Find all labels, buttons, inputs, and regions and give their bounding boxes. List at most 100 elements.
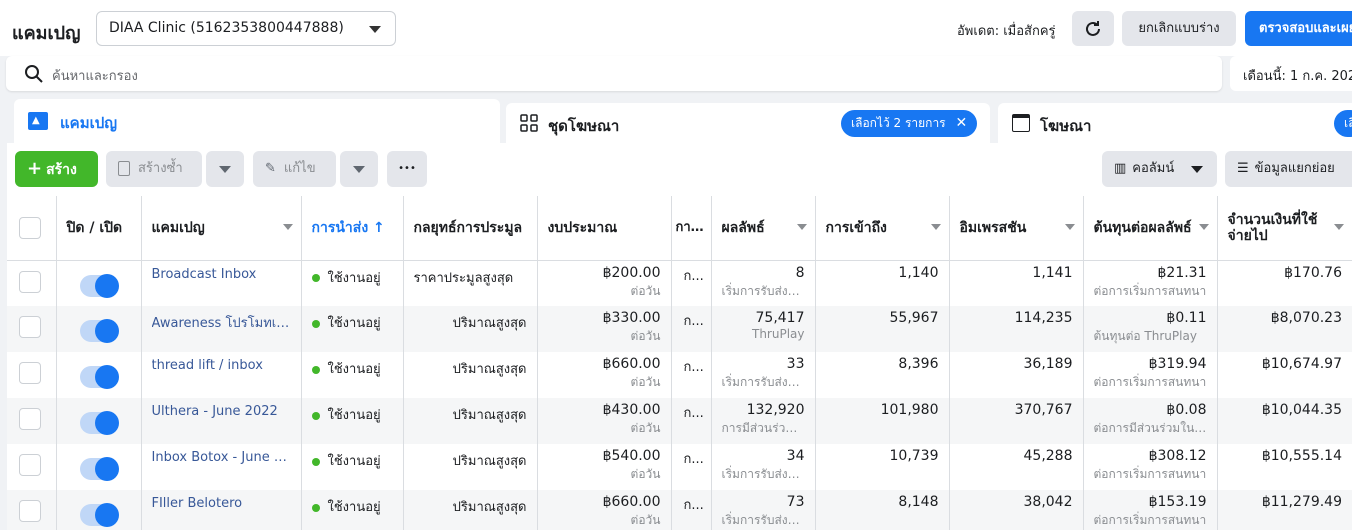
row-campaign-cell[interactable]: FIller Belotero bbox=[141, 490, 302, 530]
reach-value: 8,396 bbox=[898, 356, 939, 372]
row-checkbox[interactable] bbox=[19, 362, 41, 384]
campaign-name-link[interactable]: Inbox Botox - June 2022 bbox=[152, 450, 291, 465]
ads-selected-chip[interactable]: เลือกไว้ 2 รายการ bbox=[1334, 110, 1352, 137]
table-row[interactable]: Inbox Botox - June 2022 ใช้งานอยู่ ปริมาณส… bbox=[7, 444, 1352, 490]
sort-icon[interactable] bbox=[1064, 224, 1075, 230]
campaign-name-link[interactable]: Ulthera - June 2022 bbox=[152, 404, 291, 419]
row-toggle-cell[interactable] bbox=[56, 352, 142, 398]
row-budget-cell[interactable]: ฿660.00 ต่อวัน bbox=[537, 352, 672, 398]
tab-adsets[interactable]: ชุดโฆษณา เลือกไว้ 2 รายการ ✕ bbox=[506, 103, 990, 143]
row-campaign-cell[interactable]: Inbox Botox - June 2022 bbox=[141, 444, 302, 490]
col-toggle[interactable]: ปิด / เปิด bbox=[56, 196, 142, 261]
breakdown-button[interactable]: ☰ ข้อมูลแยกย่อย bbox=[1225, 151, 1352, 187]
row-toggle-cell[interactable] bbox=[56, 306, 142, 352]
row-select-cell[interactable] bbox=[7, 398, 57, 444]
search-bar[interactable]: ค้นหาและกรอง bbox=[6, 56, 1222, 91]
campaign-name-link[interactable]: Awareness โปรโมทเพจ bbox=[152, 312, 291, 333]
discard-drafts-button[interactable]: ยกเลิกแบบร่าง bbox=[1122, 11, 1236, 46]
row-delivery-cell: ใช้งานอยู่ bbox=[301, 490, 404, 530]
duplicate-button[interactable]: สร้างซ้ำ bbox=[106, 151, 202, 187]
campaign-toggle[interactable] bbox=[79, 273, 119, 298]
row-checkbox[interactable] bbox=[19, 316, 41, 338]
col-reach-label: การเข้าถึง bbox=[825, 219, 887, 236]
row-select-cell[interactable] bbox=[7, 306, 57, 352]
row-select-cell[interactable] bbox=[7, 352, 57, 398]
campaign-toggle[interactable] bbox=[79, 503, 119, 527]
refresh-button[interactable] bbox=[1072, 11, 1114, 46]
select-all-header[interactable] bbox=[7, 196, 57, 261]
col-impressions[interactable]: อิมเพรสชัน bbox=[949, 196, 1084, 261]
sort-icon[interactable] bbox=[930, 224, 941, 230]
row-campaign-cell[interactable]: Ulthera - June 2022 bbox=[141, 398, 302, 444]
table-row[interactable]: Broadcast Inbox ใช้งานอยู่ ราคาประมูลสูงสุ… bbox=[7, 260, 1352, 306]
edit-dropdown[interactable] bbox=[340, 151, 378, 187]
columns-button[interactable]: ▥ คอลัมน์ bbox=[1102, 151, 1217, 187]
row-budget-cell[interactable]: ฿540.00 ต่อวัน bbox=[537, 444, 672, 490]
status-dot bbox=[311, 457, 320, 466]
date-range-picker[interactable]: เดือนนี้: 1 ก.ค. 2022 bbox=[1230, 56, 1352, 91]
account-select[interactable]: DIAA Clinic (5162353800447888) bbox=[96, 11, 396, 46]
row-select-cell[interactable] bbox=[7, 444, 57, 490]
row-reach-cell: 1,140 bbox=[815, 260, 950, 306]
row-toggle-cell[interactable] bbox=[56, 490, 142, 530]
campaign-toggle[interactable] bbox=[79, 365, 119, 389]
row-reach-cell: 10,739 bbox=[815, 444, 950, 490]
row-budget-cell[interactable]: ฿200.00 ต่อวัน bbox=[537, 260, 672, 306]
tab-campaigns[interactable]: ▲ แคมเปญ bbox=[14, 99, 500, 143]
campaign-name-link[interactable]: thread lift / inbox bbox=[152, 358, 291, 373]
campaign-name-link[interactable]: FIller Belotero bbox=[152, 496, 291, 511]
sort-icon[interactable] bbox=[282, 224, 293, 230]
sort-icon[interactable] bbox=[1334, 224, 1344, 230]
row-select-cell[interactable] bbox=[7, 260, 57, 306]
sort-icon[interactable] bbox=[796, 224, 807, 230]
row-checkbox[interactable] bbox=[19, 408, 41, 430]
col-results[interactable]: ผลลัพธ์ bbox=[711, 196, 816, 261]
table-row[interactable]: thread lift / inbox ใช้งานอยู่ ปริมาณสูงสุ… bbox=[7, 352, 1352, 398]
create-button[interactable]: + สร้าง bbox=[15, 151, 98, 187]
col-campaign[interactable]: แคมเปญ bbox=[141, 196, 302, 261]
edit-button[interactable]: ✎ แก้ไข bbox=[253, 151, 336, 187]
plus-icon: + bbox=[27, 158, 43, 179]
row-campaign-cell[interactable]: Awareness โปรโมทเพจ bbox=[141, 306, 302, 352]
row-toggle-cell[interactable] bbox=[56, 260, 142, 306]
row-select-cell[interactable] bbox=[7, 490, 57, 530]
spent-value: ฿10,555.14 bbox=[1261, 448, 1342, 464]
sort-icon[interactable] bbox=[1198, 224, 1209, 230]
row-budget-cell[interactable]: ฿430.00 ต่อวัน bbox=[537, 398, 672, 444]
row-toggle-cell[interactable] bbox=[56, 398, 142, 444]
col-amount-spent[interactable]: จำนวนเงินที่ใช้จ่ายไป bbox=[1217, 196, 1352, 261]
duplicate-label: สร้างซ้ำ bbox=[138, 161, 183, 176]
row-checkbox[interactable] bbox=[19, 454, 41, 476]
duplicate-dropdown[interactable] bbox=[206, 151, 244, 187]
tab-ads[interactable]: โฆษณา เลือกไว้ 2 รายการ bbox=[998, 103, 1352, 143]
col-cost-per-result[interactable]: ต้นทุนต่อผลลัพธ์ bbox=[1083, 196, 1218, 261]
row-checkbox[interactable] bbox=[19, 500, 41, 522]
col-bid-strategy[interactable]: กลยุทธ์การประมูล bbox=[403, 196, 538, 261]
cpr-value: ฿0.08 bbox=[1166, 402, 1207, 418]
review-publish-button[interactable]: ตรวจสอบและเผยแพร่ bbox=[1245, 11, 1352, 46]
col-attribution[interactable]: การตั้งค่า bbox=[671, 196, 712, 261]
more-button[interactable]: ••• bbox=[387, 151, 427, 187]
col-delivery[interactable]: การนำส่ง ↑ bbox=[301, 196, 404, 261]
campaign-name-link[interactable]: Broadcast Inbox bbox=[152, 267, 291, 282]
cpr-value: ฿153.19 bbox=[1148, 494, 1207, 510]
row-reach-cell: 8,148 bbox=[815, 490, 950, 530]
campaign-toggle[interactable] bbox=[79, 411, 119, 435]
adsets-selected-chip[interactable]: เลือกไว้ 2 รายการ ✕ bbox=[841, 110, 978, 137]
close-icon[interactable]: ✕ bbox=[955, 115, 967, 131]
row-campaign-cell[interactable]: thread lift / inbox bbox=[141, 352, 302, 398]
row-checkbox[interactable] bbox=[19, 270, 41, 293]
table-row[interactable]: Awareness โปรโมทเพจ ใช้งานอยู่ ปริมาณสูงสุ… bbox=[7, 306, 1352, 352]
table-row[interactable]: FIller Belotero ใช้งานอยู่ ปริมาณสูงสุด ฿66… bbox=[7, 490, 1352, 530]
col-reach[interactable]: การเข้าถึง bbox=[815, 196, 950, 261]
select-all-checkbox[interactable] bbox=[19, 216, 41, 239]
table-row[interactable]: Ulthera - June 2022 ใช้งานอยู่ ปริมาณสูงสุ… bbox=[7, 398, 1352, 444]
row-budget-cell[interactable]: ฿330.00 ต่อวัน bbox=[537, 306, 672, 352]
col-budget[interactable]: งบประมาณ bbox=[537, 196, 672, 261]
results-value: 73 bbox=[786, 494, 805, 510]
row-budget-cell[interactable]: ฿660.00 ต่อวัน bbox=[537, 490, 672, 530]
row-campaign-cell[interactable]: Broadcast Inbox bbox=[141, 260, 302, 306]
campaign-toggle[interactable] bbox=[79, 457, 119, 481]
row-toggle-cell[interactable] bbox=[56, 444, 142, 490]
campaign-toggle[interactable] bbox=[79, 319, 119, 343]
